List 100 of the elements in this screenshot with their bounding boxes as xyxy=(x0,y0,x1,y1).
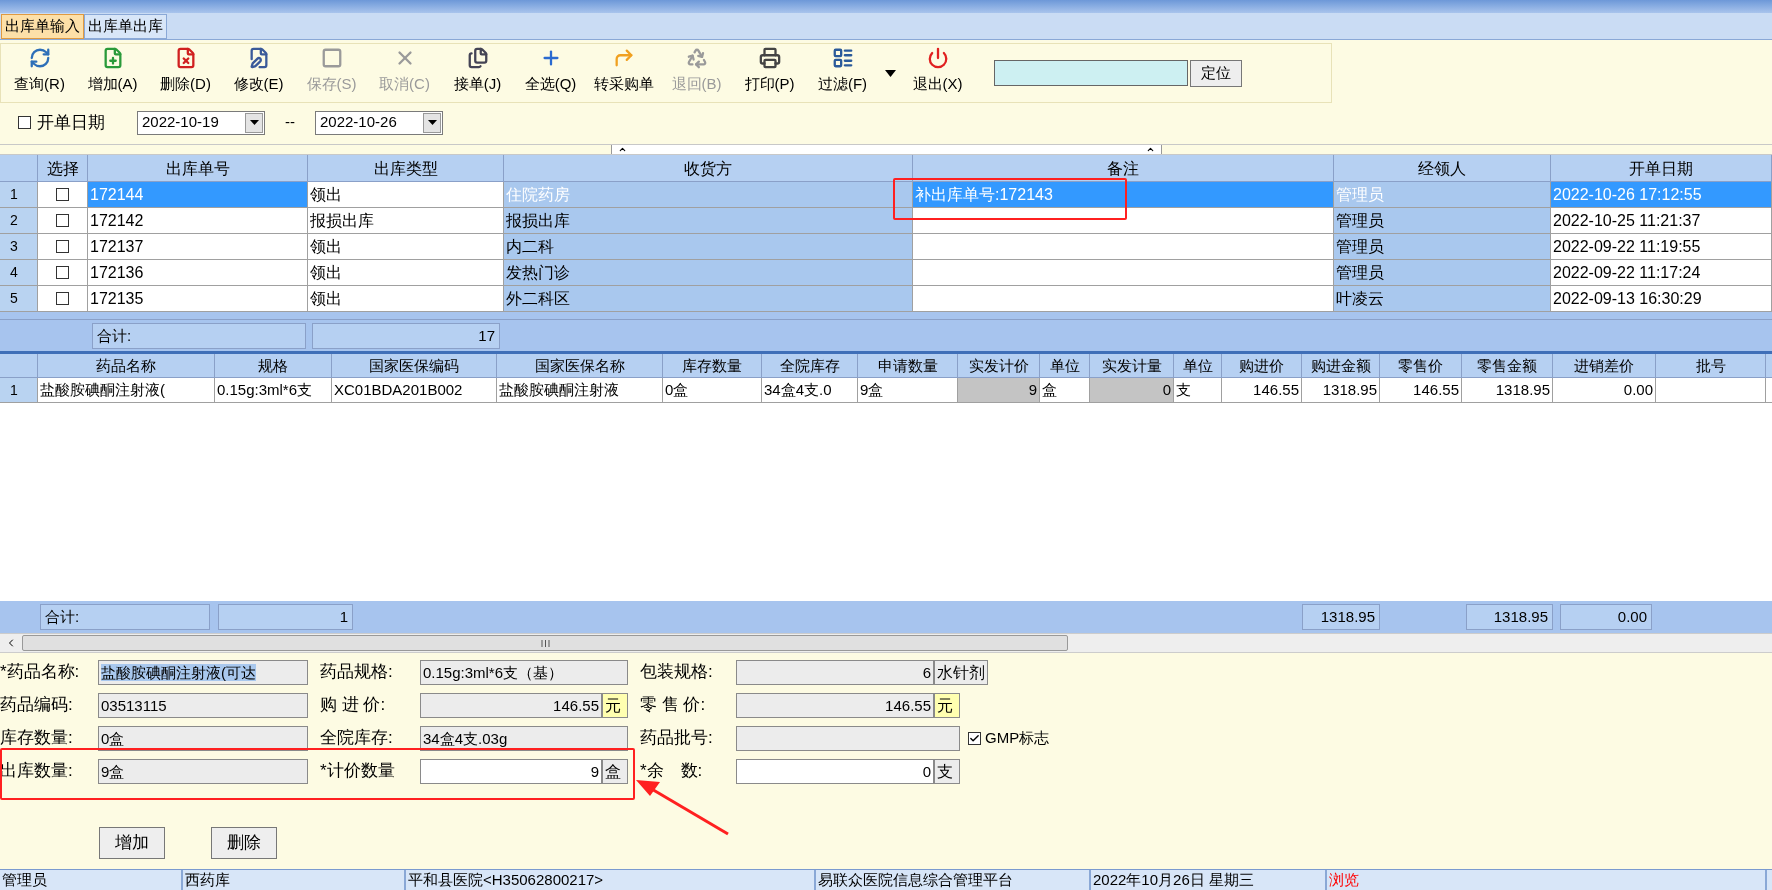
toolbar-button[interactable]: 退出(X) xyxy=(901,45,974,101)
column-header[interactable]: 实发计价 xyxy=(958,354,1040,377)
toolbar-button[interactable]: 转采购单 xyxy=(587,45,660,101)
dropdown-arrow-icon xyxy=(249,120,259,125)
table-cell: 支 xyxy=(1176,381,1191,398)
date-dropdown[interactable]: 2022-10-26 xyxy=(315,110,443,135)
column-header[interactable]: 购进金额 xyxy=(1302,354,1380,377)
row-number: 5 xyxy=(0,286,38,311)
toolbar-button[interactable]: 修改(E) xyxy=(222,45,295,101)
column-header[interactable]: 全院库存 xyxy=(762,354,858,377)
recycle-icon xyxy=(685,47,708,69)
row-checkbox[interactable] xyxy=(56,214,69,227)
toolbar-button[interactable]: 删除(D) xyxy=(149,45,222,101)
column-header[interactable]: 零售金额 xyxy=(1462,354,1553,377)
column-header[interactable]: 单位 xyxy=(1040,354,1090,377)
input-field[interactable]: 34盒4支.03g xyxy=(420,725,628,751)
column-header[interactable]: 申请数量 xyxy=(858,354,958,377)
column-header[interactable]: 出库类型 xyxy=(308,155,504,181)
row-checkbox[interactable] xyxy=(56,266,69,279)
table-row[interactable]: 2 172142 报损出库 报损出库 管理员 2022-10-25 11:21:37 xyxy=(0,208,1772,234)
input-field[interactable]: 9 xyxy=(420,758,602,784)
table-cell: 管理员 xyxy=(1336,238,1384,255)
column-header[interactable]: 药品名称 xyxy=(38,354,215,377)
print-icon xyxy=(758,47,781,69)
table-row[interactable]: 4 172136 领出 发热门诊 管理员 2022-09-22 11:17:24 xyxy=(0,260,1772,286)
collapse-icon xyxy=(1145,145,1155,154)
toolbar-button[interactable]: 增加(A) xyxy=(76,45,149,101)
toolbar-button[interactable]: 全选(Q) xyxy=(514,45,587,101)
collapse-icon xyxy=(617,145,627,154)
table-row[interactable]: 3 172137 领出 内二科 管理员 2022-09-22 11:19:55 xyxy=(0,234,1772,260)
input-field[interactable]: 146.55 xyxy=(420,692,602,718)
toolbar-button[interactable]: 查询(R) xyxy=(3,45,76,101)
input-field[interactable] xyxy=(736,725,960,751)
horizontal-scrollbar[interactable] xyxy=(0,633,1772,653)
checkbox[interactable] xyxy=(968,731,981,745)
column-header[interactable]: 备注 xyxy=(913,155,1334,181)
checkbox-label: GMP标志 xyxy=(985,727,1050,748)
toolbar-button[interactable]: 打印(P) xyxy=(733,45,806,101)
column-header[interactable]: 选择 xyxy=(38,155,88,181)
column-header[interactable]: 进销差价 xyxy=(1553,354,1656,377)
status-text: 管理员 xyxy=(2,871,47,888)
column-header[interactable]: 批号 xyxy=(1656,354,1766,377)
row-checkbox[interactable] xyxy=(56,292,69,305)
search-field[interactable] xyxy=(994,60,1188,86)
refresh-icon xyxy=(28,47,51,69)
locate-button[interactable]: 定位 xyxy=(1190,59,1242,87)
input-field[interactable]: 146.55 xyxy=(736,692,934,718)
field-label: *药品名称: xyxy=(0,661,81,684)
toolbar-button[interactable]: 接单(J) xyxy=(441,45,514,101)
form-button[interactable]: 删除 xyxy=(211,827,277,859)
field-label: 药品规格: xyxy=(320,661,394,684)
form-button[interactable]: 增加 xyxy=(99,827,165,859)
column-header[interactable]: 国家医保名称 xyxy=(497,354,663,377)
power-icon xyxy=(926,47,949,69)
checkbox[interactable] xyxy=(18,116,31,129)
table-cell: 补出库单号:172143 xyxy=(915,186,1053,203)
row-checkbox[interactable] xyxy=(56,240,69,253)
field-label: 零 售 价: xyxy=(640,694,707,717)
column-header[interactable]: 库存数量 xyxy=(663,354,762,377)
column-header[interactable]: 实发计量 xyxy=(1090,354,1174,377)
row-number: 1 xyxy=(0,378,38,402)
unit-label: 元 xyxy=(602,692,628,718)
input-field[interactable]: 0盒 xyxy=(98,725,308,751)
table-cell: 172142 xyxy=(90,212,144,229)
retail-total: 1318.95 xyxy=(1466,604,1553,630)
field-label: 药品编码: xyxy=(0,694,74,717)
status-text: 西药库 xyxy=(185,871,230,888)
unit-label: 元 xyxy=(934,692,960,718)
documents-icon xyxy=(466,47,489,69)
table-cell: 2022-10-25 11:21:37 xyxy=(1553,212,1701,229)
dropdown-arrow-icon xyxy=(427,120,437,125)
toolbar-button[interactable]: 过滤(F) xyxy=(806,45,879,101)
scroll-thumb[interactable] xyxy=(22,635,1068,651)
table-cell: 管理员 xyxy=(1336,264,1384,281)
input-field[interactable]: 0 xyxy=(736,758,934,784)
column-header[interactable]: 单位 xyxy=(1174,354,1222,377)
column-header[interactable]: 出库单号 xyxy=(88,155,308,181)
table-row[interactable]: 5 172135 领出 外二科区 叶凌云 2022-09-13 16:30:29 xyxy=(0,286,1772,312)
column-header[interactable]: 经领人 xyxy=(1334,155,1551,181)
status-text: 平和县医院<H35062800217> xyxy=(408,871,604,888)
input-field[interactable]: 6 xyxy=(736,659,934,685)
date-dropdown[interactable]: 2022-10-19 xyxy=(137,110,265,135)
input-field[interactable]: 9盒 xyxy=(98,758,308,784)
caret-icon xyxy=(884,69,896,77)
column-header[interactable]: 购进价 xyxy=(1222,354,1302,377)
tab[interactable]: 出库单出库 xyxy=(84,14,167,39)
table-row[interactable]: 1 172144 领出 住院药房 补出库单号:172143 管理员 2022-10-26 17:12:55 xyxy=(0,182,1772,208)
input-field[interactable]: 盐酸胺碘酮注射液(可达 xyxy=(98,659,308,685)
column-header[interactable]: 开单日期 xyxy=(1551,155,1772,181)
input-field[interactable]: 03513115 xyxy=(98,692,308,718)
row-checkbox[interactable] xyxy=(56,188,69,201)
column-header[interactable]: 收货方 xyxy=(504,155,913,181)
status-text: 易联众医院信息综合管理平台 xyxy=(818,871,1013,888)
status-text: 2022年10月26日 星期三 xyxy=(1093,871,1254,888)
column-header[interactable]: 国家医保编码 xyxy=(332,354,497,377)
table-cell: 2022-09-22 11:19:55 xyxy=(1553,238,1701,255)
column-header[interactable]: 零售价 xyxy=(1380,354,1462,377)
column-header[interactable]: 规格 xyxy=(215,354,332,377)
tab[interactable]: 出库单输入 xyxy=(1,14,84,39)
input-field[interactable]: 0.15g:3ml*6支（基） xyxy=(420,659,628,685)
